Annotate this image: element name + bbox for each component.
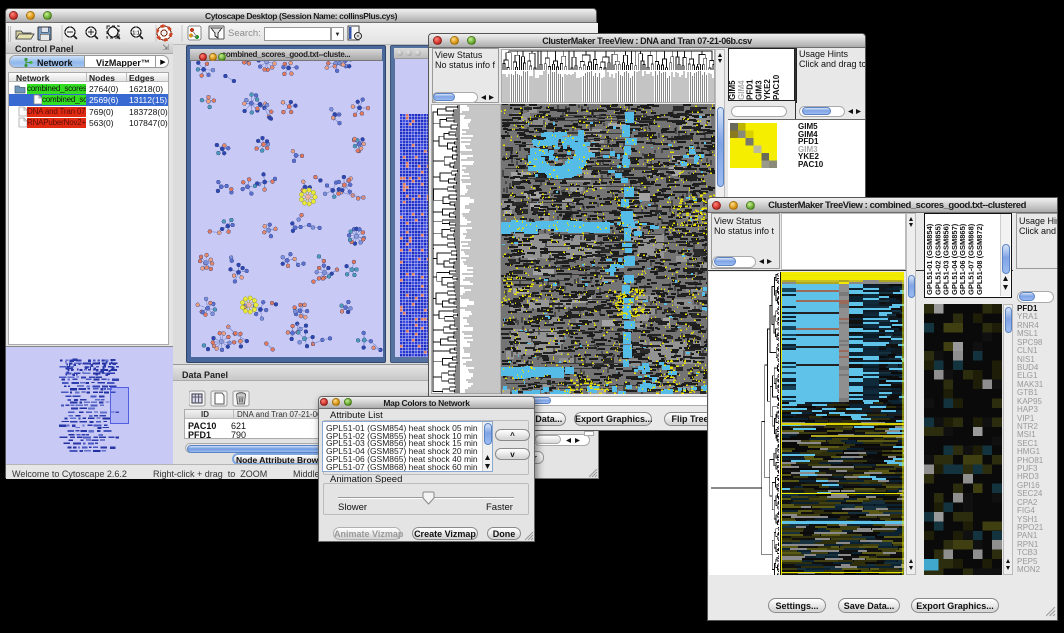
svg-text:PAC10: PAC10 xyxy=(772,74,781,100)
svg-text:GIM4: GIM4 xyxy=(737,80,746,100)
svg-text:GIM3: GIM3 xyxy=(754,80,763,100)
svg-text:GPL51-08 (GSM872): GPL51-08 (GSM872) xyxy=(975,223,984,295)
svg-text:1:1: 1:1 xyxy=(132,31,139,37)
svg-text:PFD1: PFD1 xyxy=(746,79,755,100)
svg-text:YKE2: YKE2 xyxy=(763,79,772,100)
svg-text:GIM5: GIM5 xyxy=(729,80,737,100)
